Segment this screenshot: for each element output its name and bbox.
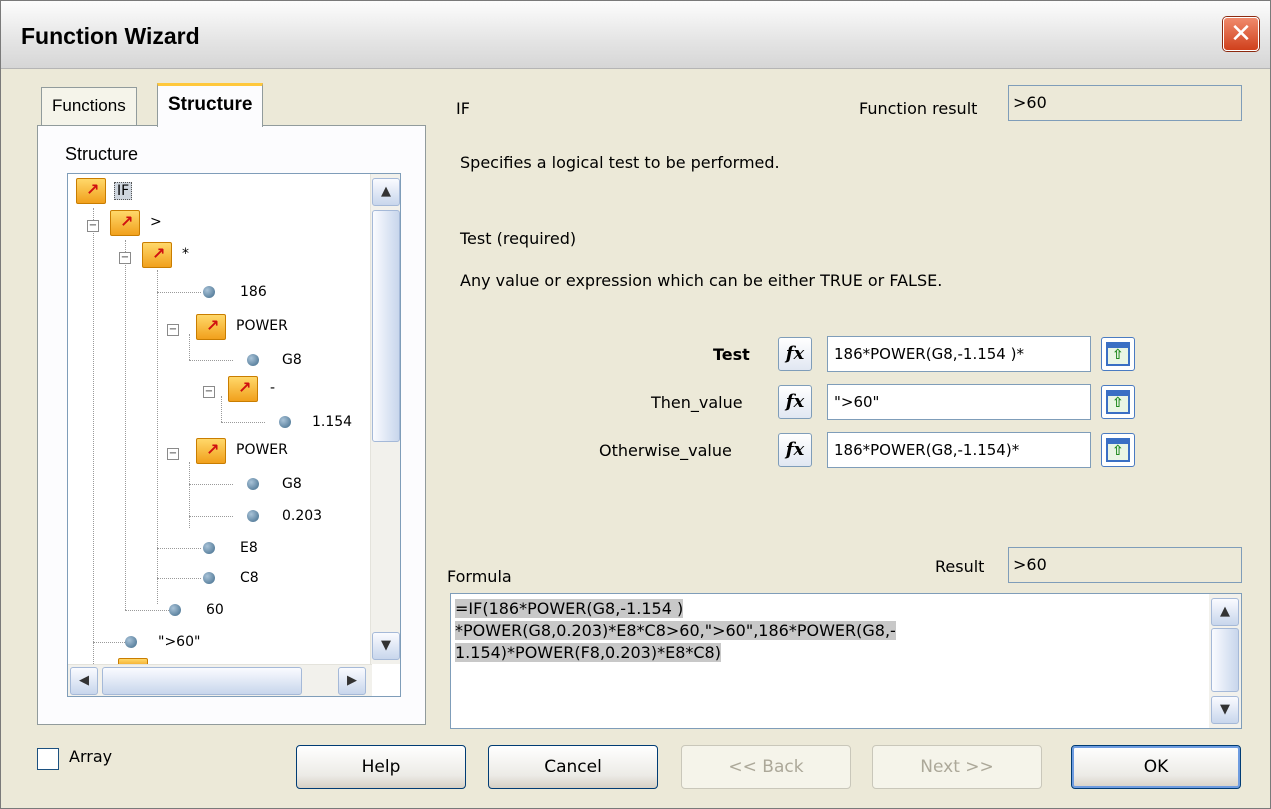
tree-node[interactable]: 0.203 bbox=[282, 508, 322, 524]
parameter-heading: Test (required) bbox=[460, 229, 577, 248]
function-button-fx-icon[interactable]: fx bbox=[778, 433, 812, 467]
tree-node[interactable]: > bbox=[150, 214, 162, 230]
formula-line-3: 1.154)*POWER(F8,0.203)*E8*C8) bbox=[455, 643, 721, 662]
back-button[interactable]: << Back bbox=[681, 745, 851, 789]
formula-vertical-scrollbar[interactable]: ▲ ▼ bbox=[1209, 594, 1241, 728]
tree-node[interactable]: - bbox=[270, 380, 275, 396]
folder-icon bbox=[196, 314, 226, 340]
leaf-icon bbox=[169, 604, 181, 616]
tree-horizontal-scrollbar[interactable]: ◀ ▶ bbox=[68, 664, 372, 696]
tree-node[interactable]: POWER bbox=[236, 318, 288, 334]
tree-node[interactable]: POWER bbox=[236, 442, 288, 458]
scroll-thumb[interactable] bbox=[102, 667, 302, 695]
shrink-button-icon[interactable] bbox=[1101, 385, 1135, 419]
scroll-left-button[interactable]: ◀ bbox=[70, 667, 98, 695]
folder-icon bbox=[76, 178, 106, 204]
function-wizard-dialog: Function Wizard ✕ Functions Structure St… bbox=[0, 0, 1271, 809]
collapse-icon[interactable]: − bbox=[203, 386, 215, 398]
formula-line-2: *POWER(G8,0.203)*E8*C8>60,">60",186*POWE… bbox=[455, 621, 896, 640]
collapse-icon[interactable]: − bbox=[87, 220, 99, 232]
structure-tree[interactable]: IF − > − * 186 − POWER G8 − - 1.154 − PO… bbox=[67, 173, 401, 697]
shrink-button-icon[interactable] bbox=[1101, 337, 1135, 371]
arg-input-otherwise-value[interactable]: 186*POWER(G8,-1.154)* bbox=[827, 432, 1091, 468]
formula-line-1: =IF(186*POWER(G8,-1.154 ) bbox=[455, 599, 684, 618]
formula-text[interactable]: =IF(186*POWER(G8,-1.154 ) *POWER(G8,0.20… bbox=[455, 598, 1205, 664]
function-button-fx-icon[interactable]: fx bbox=[778, 337, 812, 371]
next-button[interactable]: Next >> bbox=[872, 745, 1042, 789]
tree-node[interactable]: * bbox=[182, 246, 189, 262]
tree-node-if[interactable]: IF bbox=[114, 182, 133, 200]
leaf-icon bbox=[247, 510, 259, 522]
tree-node[interactable]: G8 bbox=[282, 352, 302, 368]
formula-editor[interactable]: =IF(186*POWER(G8,-1.154 ) *POWER(G8,0.20… bbox=[450, 593, 1242, 729]
function-description: Specifies a logical test to be performed… bbox=[460, 153, 780, 172]
shrink-button-icon[interactable] bbox=[1101, 433, 1135, 467]
scroll-up-button[interactable]: ▲ bbox=[372, 178, 400, 206]
tab-functions[interactable]: Functions bbox=[41, 87, 137, 125]
scroll-down-button[interactable]: ▼ bbox=[372, 632, 400, 660]
collapse-icon[interactable]: − bbox=[167, 324, 179, 336]
folder-icon bbox=[142, 242, 172, 268]
result-field: >60 bbox=[1008, 547, 1242, 583]
function-button-fx-icon[interactable]: fx bbox=[778, 385, 812, 419]
leaf-icon bbox=[125, 636, 137, 648]
folder-icon bbox=[196, 438, 226, 464]
scroll-up-button[interactable]: ▲ bbox=[1211, 598, 1239, 626]
dialog-title: Function Wizard bbox=[21, 23, 200, 49]
scroll-down-button[interactable]: ▼ bbox=[1211, 696, 1239, 724]
tree-vertical-scrollbar[interactable]: ▲ ▼ bbox=[370, 174, 400, 664]
arg-input-test[interactable]: 186*POWER(G8,-1.154 )* bbox=[827, 336, 1091, 372]
tab-structure[interactable]: Structure bbox=[157, 83, 264, 127]
array-label: Array bbox=[69, 747, 113, 766]
tree-node[interactable]: G8 bbox=[282, 476, 302, 492]
tree-node[interactable]: ">60" bbox=[158, 634, 200, 650]
leaf-icon bbox=[279, 416, 291, 428]
tree-node[interactable]: 60 bbox=[206, 602, 224, 618]
leaf-icon bbox=[203, 542, 215, 554]
tree-node[interactable]: C8 bbox=[240, 570, 259, 586]
collapse-icon[interactable]: − bbox=[119, 252, 131, 264]
formula-label: Formula bbox=[447, 567, 512, 586]
tree-node[interactable]: 186 bbox=[240, 284, 267, 300]
close-button[interactable]: ✕ bbox=[1223, 17, 1259, 51]
arg-label-otherwise-value: Otherwise_value bbox=[599, 441, 732, 460]
leaf-icon bbox=[203, 286, 215, 298]
scroll-thumb[interactable] bbox=[372, 210, 400, 442]
tree-node[interactable]: E8 bbox=[240, 540, 258, 556]
arg-label-then-value: Then_value bbox=[651, 393, 743, 412]
arg-input-then-value[interactable]: ">60" bbox=[827, 384, 1091, 420]
title-bar: Function Wizard ✕ bbox=[1, 1, 1270, 69]
help-button[interactable]: Help bbox=[296, 745, 466, 789]
array-checkbox[interactable] bbox=[37, 748, 59, 770]
scroll-thumb[interactable] bbox=[1211, 628, 1239, 692]
leaf-icon bbox=[247, 354, 259, 366]
leaf-icon bbox=[203, 572, 215, 584]
cancel-button[interactable]: Cancel bbox=[488, 745, 658, 789]
result-label: Result bbox=[935, 557, 985, 576]
function-result-label: Function result bbox=[859, 99, 978, 118]
leaf-icon bbox=[247, 478, 259, 490]
parameter-description: Any value or expression which can be eit… bbox=[460, 271, 943, 290]
ok-button[interactable]: OK bbox=[1071, 745, 1241, 789]
folder-icon bbox=[228, 376, 258, 402]
tree-node[interactable]: 1.154 bbox=[312, 414, 352, 430]
arg-label-test: Test bbox=[713, 345, 750, 364]
structure-label: Structure bbox=[65, 144, 139, 164]
scroll-right-button[interactable]: ▶ bbox=[338, 667, 366, 695]
function-result-field: >60 bbox=[1008, 85, 1242, 121]
function-name: IF bbox=[456, 99, 470, 118]
collapse-icon[interactable]: − bbox=[167, 448, 179, 460]
folder-icon bbox=[110, 210, 140, 236]
